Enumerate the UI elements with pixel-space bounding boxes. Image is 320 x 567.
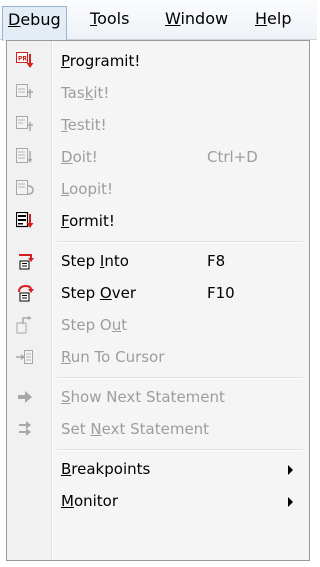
separator — [57, 241, 303, 243]
menu-item-formit[interactable]: Formit! — [7, 205, 309, 237]
menu-item-loopit[interactable]: Loopit! — [7, 173, 309, 205]
menu-item-step-over[interactable]: Step Over F10 — [7, 277, 309, 309]
step-over-accelerator: F10 — [207, 284, 235, 302]
doit-accelerator: Ctrl+D — [207, 148, 258, 166]
menu-item-doit[interactable]: Doit! Ctrl+D — [7, 141, 309, 173]
form-run-icon — [16, 212, 34, 228]
debug-dropdown-menu: PR Programit! Taskit! Testit! Doit! Ctrl… — [6, 40, 310, 561]
submenu-arrow-icon — [288, 465, 293, 475]
menu-item-show-next-statement[interactable]: Show Next Statement — [7, 381, 309, 413]
submenu-arrow-icon — [288, 497, 293, 507]
step-over-icon — [18, 284, 34, 302]
run-to-cursor-icon — [16, 350, 33, 364]
menu-tools[interactable]: Tools — [85, 6, 134, 34]
program-run-icon: PR — [16, 52, 34, 68]
do-run-icon — [16, 148, 33, 163]
separator — [57, 377, 303, 379]
menu-item-set-next-statement[interactable]: Set Next Statement — [7, 413, 309, 445]
menu-bar: Debug Tools Window Help — [0, 0, 317, 41]
test-run-icon — [16, 116, 33, 131]
menu-item-testit[interactable]: Testit! — [7, 109, 309, 141]
menu-item-taskit[interactable]: Taskit! — [7, 77, 309, 109]
step-into-icon — [19, 254, 34, 270]
svg-text:PR: PR — [18, 56, 27, 63]
set-next-statement-icon — [19, 421, 31, 436]
menu-help[interactable]: Help — [250, 6, 296, 34]
menu-item-monitor[interactable]: Monitor — [7, 485, 309, 517]
separator — [57, 449, 303, 451]
menu-item-step-into[interactable]: Step Into F8 — [7, 245, 309, 277]
show-next-statement-icon — [18, 391, 32, 403]
loop-run-icon — [16, 180, 34, 195]
menu-window[interactable]: Window — [160, 6, 233, 34]
menu-item-run-to-cursor[interactable]: Run To Cursor — [7, 341, 309, 373]
menu-item-step-out[interactable]: Step Out — [7, 309, 309, 341]
menu-debug[interactable]: Debug — [2, 6, 67, 41]
menu-item-programit[interactable]: PR Programit! — [7, 45, 309, 77]
step-into-accelerator: F8 — [207, 252, 226, 270]
menu-item-breakpoints[interactable]: Breakpoints — [7, 453, 309, 485]
step-out-icon — [16, 316, 32, 334]
task-run-icon — [16, 84, 33, 98]
